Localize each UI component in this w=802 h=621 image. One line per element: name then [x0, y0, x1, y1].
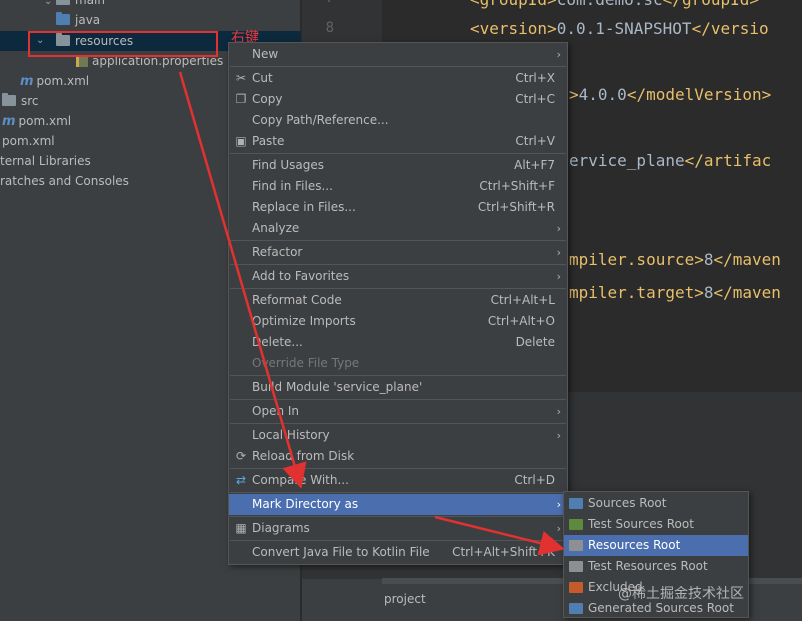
excluded-folder-icon [569, 582, 583, 593]
diagram-icon: ▦ [235, 521, 247, 535]
chevron-right-icon: › [556, 222, 561, 235]
menu-item-open-in[interactable]: Open In › [229, 401, 567, 422]
menu-item-override-file-type: Override File Type [252, 356, 360, 370]
submenu-item-sources-root[interactable]: Sources Root [564, 493, 748, 514]
tree-item-java[interactable]: java [56, 10, 100, 30]
menu-item-build-module[interactable]: Build Module 'service_plane' [229, 377, 567, 398]
tree-item-pom-xml[interactable]: m pom.xml [20, 71, 89, 91]
menu-item-compare-with[interactable]: ⇄ Compare With... Ctrl+D [229, 470, 567, 491]
source-folder-icon [56, 12, 70, 25]
tree-item-src[interactable]: src [2, 91, 39, 111]
line-number: 7 [302, 0, 334, 6]
tree-item-label: ratches and Consoles [0, 174, 129, 188]
code-line: <version>0.0.1-SNAPSHOT</versio [470, 19, 769, 38]
menu-item-optimize-imports[interactable]: Optimize Imports Ctrl+Alt+O [229, 311, 567, 332]
chevron-right-icon: › [556, 429, 561, 442]
tree-item-label: java [75, 13, 101, 27]
annotation-highlight-box [28, 31, 218, 57]
tree-item-pom-xml[interactable]: pom.xml [2, 131, 55, 151]
menu-item-find-usages[interactable]: Find Usages Alt+F7 [229, 155, 567, 176]
menu-item-delete[interactable]: Delete... Delete [229, 332, 567, 353]
menu-item-reformat-code[interactable]: Reformat Code Ctrl+Alt+L [229, 290, 567, 311]
maven-icon: m [2, 114, 16, 129]
code-line: ervice_plane</artifac [569, 151, 772, 170]
submenu-item-resources-root[interactable]: Resources Root [564, 535, 748, 556]
chevron-down-icon[interactable]: ⌄ [44, 0, 56, 12]
tree-item-label: pom.xml [2, 134, 55, 148]
reload-icon: ⟳ [235, 449, 247, 463]
folder-icon [56, 0, 70, 5]
test-sources-folder-icon [569, 519, 583, 530]
chevron-right-icon: › [556, 270, 561, 283]
code-line: mpiler.source>8</maven [569, 250, 781, 269]
tree-item-external-libraries[interactable]: ternal Libraries [0, 151, 91, 171]
submenu-item-test-resources-root[interactable]: Test Resources Root [564, 556, 748, 577]
code-line: <groupId>com.demo.sc</groupId> [470, 0, 759, 9]
menu-item-new[interactable]: New › [229, 44, 567, 65]
menu-item-local-history[interactable]: Local History › [229, 425, 567, 446]
menu-item-reload-from-disk[interactable]: ⟳ Reload from Disk [229, 446, 567, 467]
watermark: @稀土掘金技术社区 [618, 586, 744, 602]
tree-item-label: main [75, 0, 105, 7]
scissors-icon: ✂ [235, 71, 247, 85]
chevron-right-icon: › [556, 498, 561, 511]
menu-item-cut[interactable]: ✂ Cut Ctrl+X [229, 68, 567, 89]
project-tab[interactable]: project [384, 592, 426, 606]
tree-item-label: ternal Libraries [0, 154, 91, 168]
paste-icon: ▣ [235, 134, 247, 148]
folder-icon [2, 93, 16, 106]
menu-item-convert-to-kotlin[interactable]: Convert Java File to Kotlin File Ctrl+Alt… [229, 542, 567, 563]
tree-item-label: src [21, 94, 39, 108]
menu-item-paste[interactable]: ▣ Paste Ctrl+V [229, 131, 567, 152]
resources-folder-icon [569, 540, 583, 551]
menu-item-mark-directory-as[interactable]: Mark Directory as › [229, 494, 567, 515]
menu-item-refactor[interactable]: Refactor › [229, 242, 567, 263]
menu-item-copy[interactable]: ❐ Copy Ctrl+C [229, 89, 567, 110]
tree-item-label: pom.xml [36, 74, 90, 88]
chevron-right-icon: › [556, 246, 561, 259]
code-line: >4.0.0</modelVersion> [569, 85, 772, 104]
maven-icon: m [20, 74, 34, 89]
tree-item-label: pom.xml [18, 114, 72, 128]
test-resources-folder-icon [569, 561, 583, 572]
copy-icon: ❐ [235, 92, 247, 106]
tree-item-pom-xml[interactable]: m pom.xml [2, 111, 71, 131]
submenu-item-test-sources-root[interactable]: Test Sources Root [564, 514, 748, 535]
sources-root-folder-icon [569, 498, 583, 509]
compare-icon: ⇄ [235, 473, 247, 487]
menu-item-add-to-favorites[interactable]: Add to Favorites › [229, 266, 567, 287]
chevron-right-icon: › [556, 405, 561, 418]
generated-sources-folder-icon [569, 603, 583, 614]
menu-item-replace-in-files[interactable]: Replace in Files... Ctrl+Shift+R [229, 197, 567, 218]
menu-item-diagrams[interactable]: ▦ Diagrams › [229, 518, 567, 539]
context-menu: New › ✂ Cut Ctrl+X ❐ Copy Ctrl+C Copy Path/Re… [228, 42, 568, 565]
menu-item-analyze[interactable]: Analyze › [229, 218, 567, 239]
menu-item-copy-path[interactable]: Copy Path/Reference... [229, 110, 567, 131]
tree-item-scratches[interactable]: ratches and Consoles [0, 171, 129, 191]
chevron-right-icon: › [556, 48, 561, 61]
line-number: 8 [325, 20, 334, 36]
code-line: mpiler.target>8</maven [569, 283, 781, 302]
chevron-right-icon: › [556, 522, 561, 535]
tree-item-main[interactable]: ⌄ main [44, 0, 105, 10]
menu-item-find-in-files[interactable]: Find in Files... Ctrl+Shift+F [229, 176, 567, 197]
